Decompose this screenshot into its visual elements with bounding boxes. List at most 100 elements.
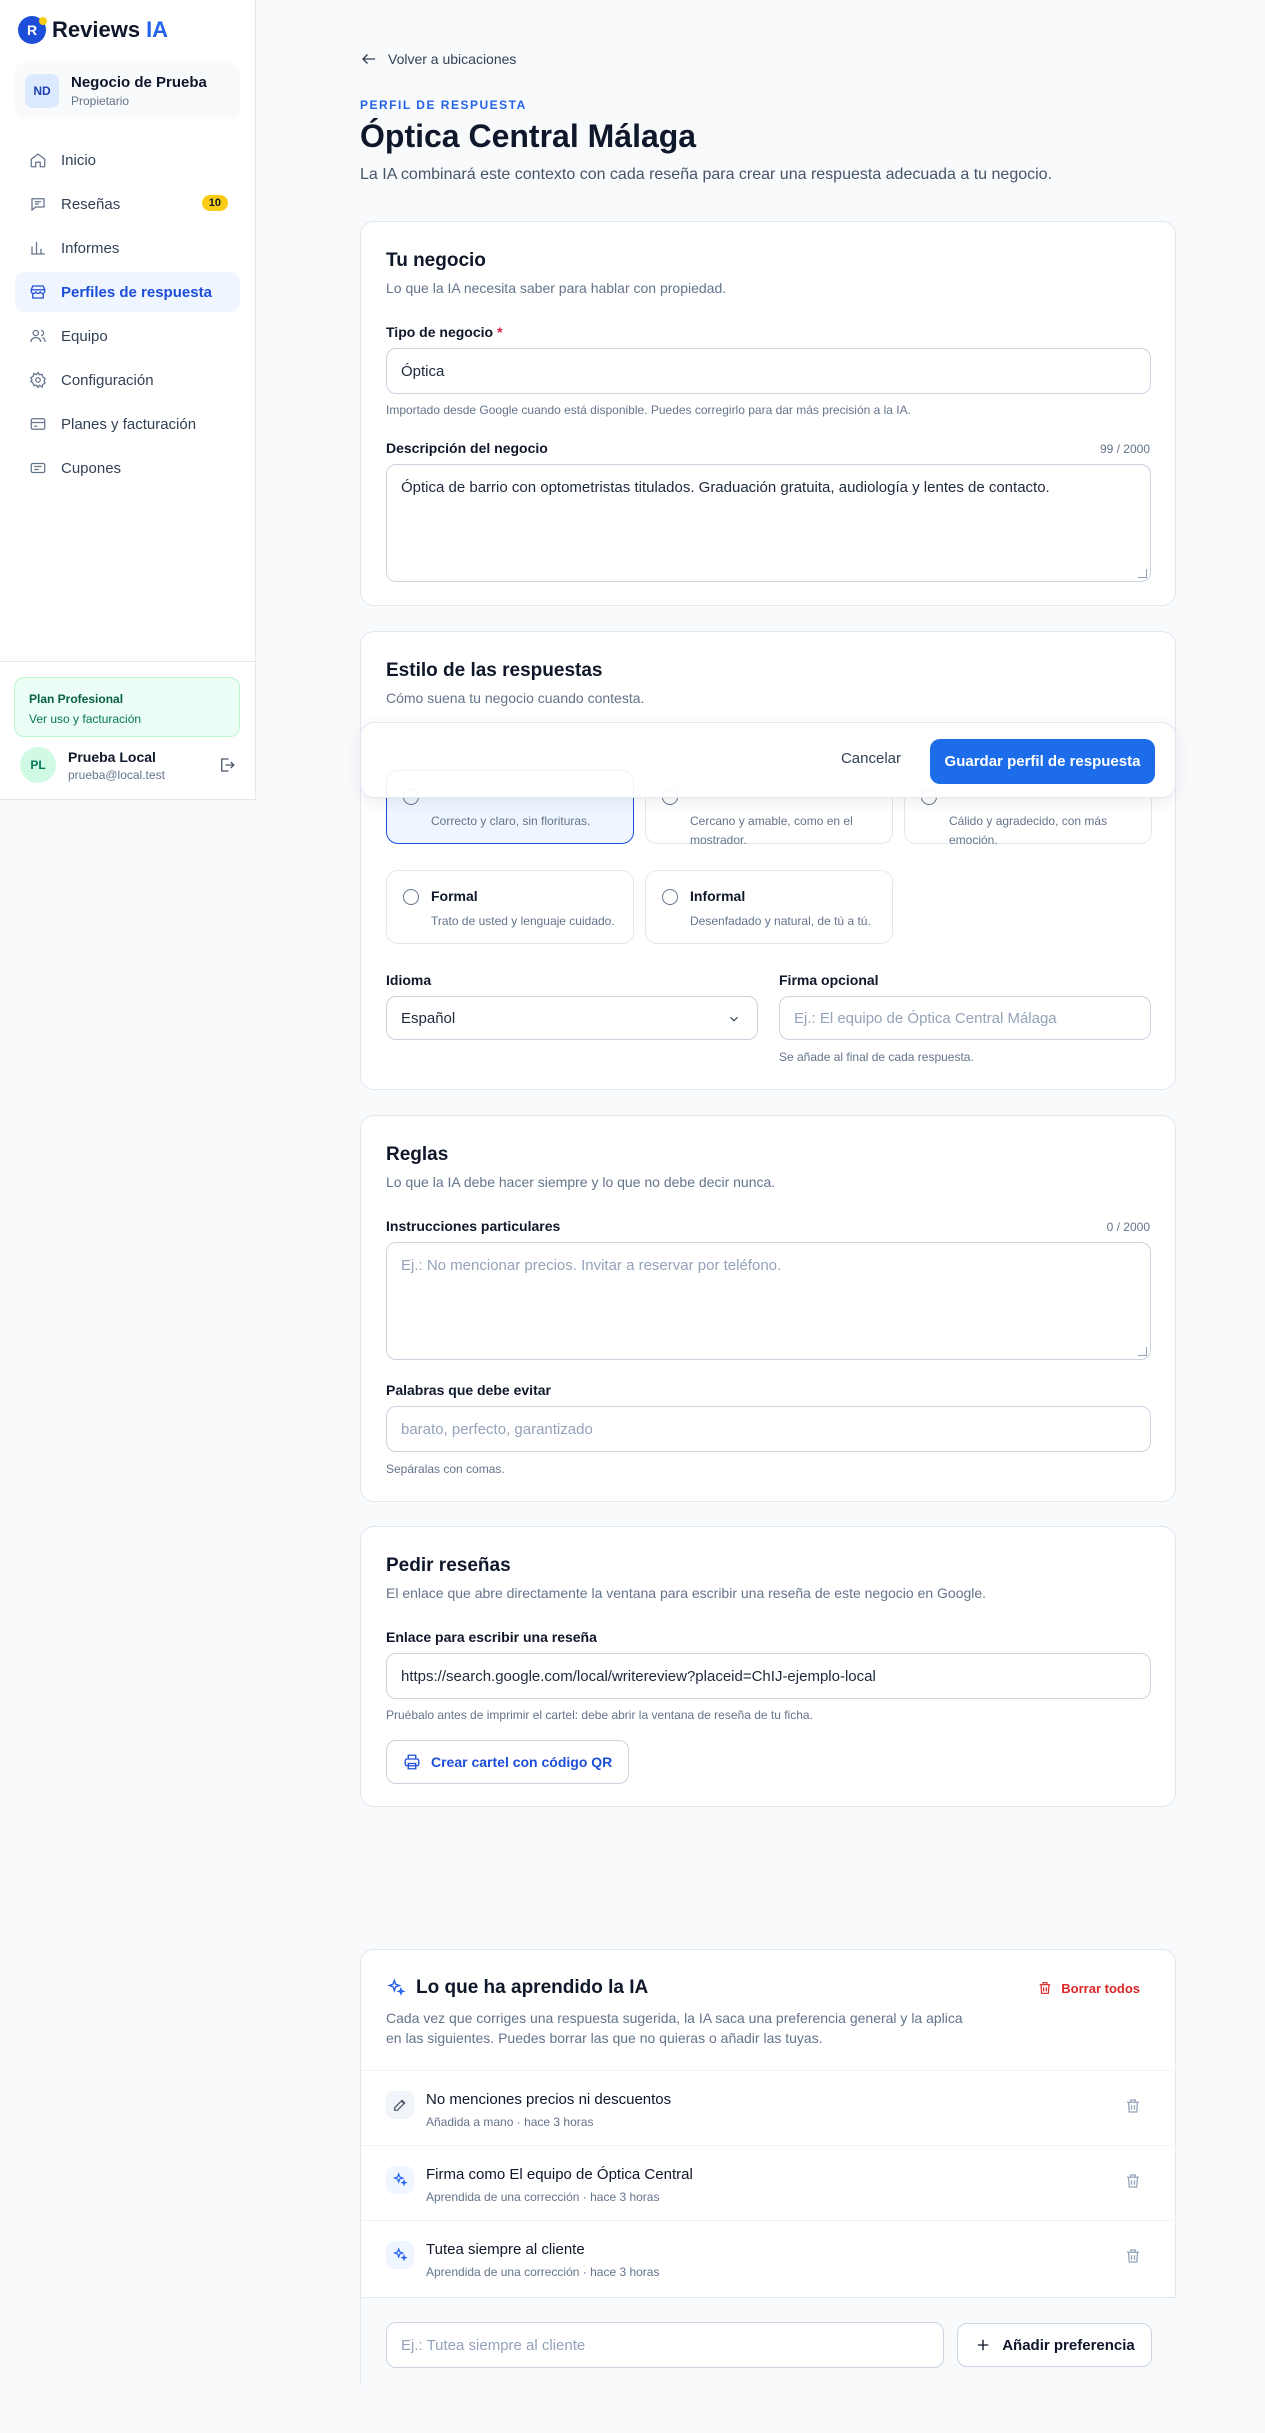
- ticket-icon: [30, 462, 46, 474]
- plus-icon: [977, 2339, 989, 2351]
- sidebar-item-perfiles[interactable]: Perfiles de respuesta: [15, 272, 240, 312]
- add-preference-label: Añadir preferencia: [1002, 2336, 1135, 2354]
- signature-label: Firma opcional: [779, 972, 879, 988]
- business-type-label-text: Tipo de negocio: [386, 324, 494, 340]
- save-button[interactable]: Guardar perfil de respuesta: [930, 739, 1155, 784]
- list-item: Firma como El equipo de Óptica Central A…: [361, 2145, 1177, 2220]
- card-title: Reglas: [386, 1144, 449, 1165]
- language-select[interactable]: Español: [386, 996, 758, 1040]
- sidebar-item-inicio[interactable]: Inicio: [15, 140, 240, 180]
- tone-description: Desenfadado y natural, de tú a tú.: [690, 914, 871, 928]
- delete-preference-icon[interactable]: [1124, 2247, 1142, 2265]
- page-description: La IA combinará este contexto con cada r…: [360, 166, 1053, 183]
- add-preference-button[interactable]: Añadir preferencia: [957, 2323, 1152, 2367]
- description-text: Óptica de barrio con optometristas titul…: [401, 479, 1050, 496]
- review-link-label: Enlace para escribir una reseña: [386, 1629, 597, 1645]
- logout-icon[interactable]: [218, 756, 236, 774]
- create-qr-label: Crear cartel con código QR: [431, 1754, 613, 1770]
- sidebar-item-resenas[interactable]: Reseñas 10: [15, 184, 240, 224]
- signature-help: Se añade al final de cada respuesta.: [779, 1050, 974, 1064]
- business-switcher[interactable]: ND Negocio de Prueba Propietario: [15, 63, 240, 119]
- tone-description: Trato de usted y lenguaje cuidado.: [431, 914, 615, 928]
- tone-option-formal[interactable]: Formal Trato de usted y lenguaje cuidado…: [386, 870, 634, 944]
- preference-text: Firma como El equipo de Óptica Central: [426, 2166, 693, 2183]
- business-type-help: Importado desde Google cuando está dispo…: [386, 403, 911, 417]
- avoid-words-label: Palabras que debe evitar: [386, 1382, 551, 1398]
- language-label: Idioma: [386, 972, 432, 988]
- card-icon: [30, 418, 46, 430]
- tone-option-informal[interactable]: Informal Desenfadado y natural, de tú a …: [645, 870, 893, 944]
- sidebar-item-configuracion[interactable]: Configuración: [15, 360, 240, 400]
- page-title: Óptica Central Málaga: [360, 118, 697, 154]
- card-subtitle: Lo que la IA debe hacer siempre y lo que…: [386, 1174, 776, 1190]
- avatar: PL: [20, 747, 56, 783]
- page-eyebrow: PERFIL DE RESPUESTA: [360, 98, 527, 112]
- resize-handle-icon[interactable]: [1138, 569, 1147, 578]
- sidebar-item-cupones[interactable]: Cupones: [15, 448, 240, 488]
- instructions-textarea[interactable]: Ej.: No mencionar precios. Invitar a res…: [386, 1242, 1151, 1360]
- sidebar-item-label: Configuración: [61, 371, 154, 389]
- review-link-help: Pruébalo antes de imprimir el cartel: de…: [386, 1708, 813, 1722]
- logo-icon: R: [18, 16, 47, 44]
- preference-meta: Aprendida de una corrección · hace 3 hor…: [426, 2190, 660, 2204]
- instructions-label: Instrucciones particulares: [386, 1218, 561, 1234]
- trash-icon: [1039, 1982, 1051, 1994]
- signature-input[interactable]: Ej.: El equipo de Óptica Central Málaga: [779, 996, 1151, 1040]
- sparkle-icon: [387, 1978, 406, 1996]
- message-icon: [31, 198, 45, 212]
- sidebar-item-informes[interactable]: Informes: [15, 228, 240, 268]
- brand-logo[interactable]: R Reviews IA: [18, 16, 168, 44]
- instructions-placeholder: Ej.: No mencionar precios. Invitar a res…: [401, 1257, 782, 1274]
- sidebar-item-label: Informes: [61, 239, 120, 257]
- rules-card: Reglas Lo que la IA debe hacer siempre y…: [360, 1115, 1176, 1502]
- business-description-textarea[interactable]: Óptica de barrio con optometristas titul…: [386, 464, 1151, 582]
- create-qr-button[interactable]: Crear cartel con código QR: [386, 1740, 630, 1784]
- users-icon: [30, 329, 46, 343]
- sidebar: R Reviews IA ND Negocio de Prueba Propie…: [0, 0, 256, 800]
- add-preference-row: Ej.: Tutea siempre al cliente Añadir pre…: [361, 2297, 1177, 2394]
- business-card: Tu negocio Lo que la IA necesita saber p…: [360, 221, 1176, 606]
- resize-handle-icon[interactable]: [1138, 1347, 1147, 1356]
- tone-description: Correcto y claro, sin florituras.: [431, 814, 591, 828]
- radio-icon: [662, 889, 678, 905]
- chevron-down-icon: [730, 1016, 738, 1022]
- plan-title: Plan Profesional: [29, 692, 124, 706]
- back-link[interactable]: Volver a ubicaciones: [360, 50, 516, 68]
- add-preference-input[interactable]: Ej.: Tutea siempre al cliente: [386, 2322, 944, 2368]
- sidebar-item-label: Reseñas: [61, 195, 121, 213]
- instructions-counter: 0 / 2000: [1106, 1220, 1150, 1234]
- preference-meta: Aprendida de una corrección · hace 3 hor…: [426, 2265, 660, 2279]
- tone-title: Formal: [431, 888, 478, 904]
- sidebar-nav: Inicio Reseñas 10 Informes Perfiles de r…: [15, 140, 240, 492]
- business-description-label: Descripción del negocio: [386, 440, 548, 456]
- printer-icon: [404, 1754, 420, 1770]
- delete-preference-icon[interactable]: [1124, 2097, 1142, 2115]
- clear-all-button[interactable]: Borrar todos: [1037, 1980, 1140, 1996]
- sidebar-item-planes[interactable]: Planes y facturación: [15, 404, 240, 444]
- preference-meta: Añadida a mano · hace 3 horas: [426, 2115, 594, 2129]
- learned-description: Cada vez que corriges una respuesta suge…: [386, 2010, 963, 2046]
- sidebar-item-label: Equipo: [61, 327, 108, 345]
- plan-card[interactable]: Plan Profesional Ver uso y facturación: [14, 677, 240, 737]
- card-subtitle: Lo que la IA necesita saber para hablar …: [386, 280, 727, 296]
- sidebar-item-equipo[interactable]: Equipo: [15, 316, 240, 356]
- language-value: Español: [401, 1009, 456, 1027]
- card-title: Estilo de las respuestas: [386, 660, 603, 681]
- review-link-input[interactable]: https://search.google.com/local/writerev…: [386, 1653, 1151, 1699]
- learned-preferences-card: Lo que ha aprendido la IA Borrar todos C…: [360, 1949, 1177, 2394]
- sidebar-item-label: Inicio: [61, 151, 97, 169]
- sidebar-divider: [0, 661, 256, 662]
- sidebar-item-label: Perfiles de respuesta: [61, 283, 212, 301]
- brand-accent: IA: [146, 17, 169, 42]
- cancel-button[interactable]: Cancelar: [841, 750, 901, 767]
- business-avatar: ND: [25, 74, 59, 108]
- reviews-count-badge: 10: [201, 195, 228, 211]
- arrow-left-icon: [362, 54, 375, 64]
- business-name: Negocio de Prueba: [71, 74, 207, 91]
- delete-preference-icon[interactable]: [1124, 2172, 1142, 2190]
- home-icon: [30, 153, 46, 168]
- card-title: Pedir reseñas: [386, 1555, 511, 1576]
- sparkle-icon: [386, 2241, 414, 2269]
- avoid-words-input[interactable]: barato, perfecto, garantizado: [386, 1406, 1151, 1452]
- business-type-input[interactable]: Óptica: [386, 348, 1151, 394]
